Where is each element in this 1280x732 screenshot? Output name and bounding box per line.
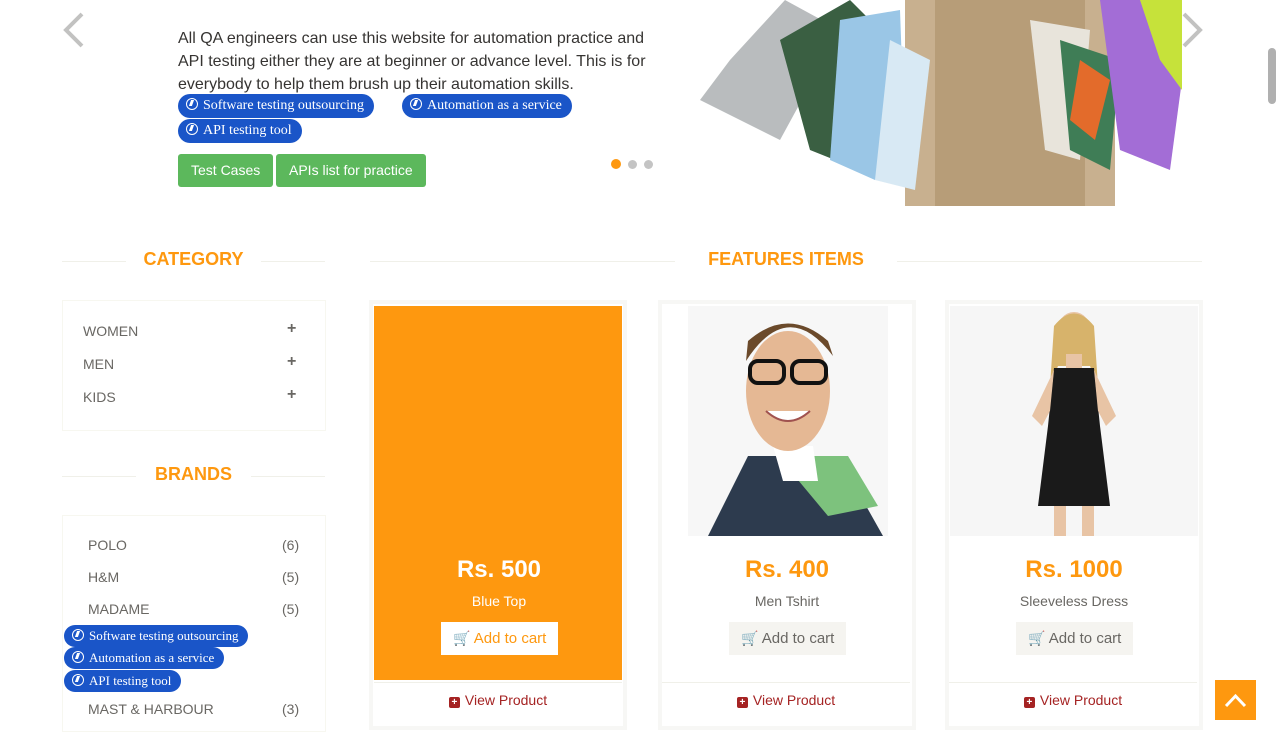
- plus-icon[interactable]: +: [287, 386, 296, 404]
- brand-item-hm[interactable]: H&M: [88, 569, 119, 585]
- chevron-up-icon: [1224, 693, 1247, 708]
- shopping-cart-icon: 🛒: [453, 630, 471, 646]
- chevron-right-icon: [1182, 12, 1203, 48]
- sidebar-chip-software-testing[interactable]: Software testing outsourcing: [64, 625, 249, 647]
- test-cases-button[interactable]: Test Cases: [178, 154, 274, 187]
- bolt-icon: [72, 629, 84, 641]
- category-title-line-left: [62, 261, 126, 262]
- sidebar-chip-automation[interactable]: Automation as a service: [64, 647, 225, 669]
- product-price: Rs. 500: [456, 556, 542, 583]
- add-to-cart-button[interactable]: 🛒 Add to cart: [1016, 622, 1134, 655]
- bolt-icon: [72, 651, 84, 663]
- card-divider: [949, 682, 1197, 683]
- slider-dot-1[interactable]: [611, 159, 621, 169]
- plus-square-icon: +: [448, 697, 460, 708]
- slider-dot-2[interactable]: [628, 160, 637, 169]
- product-name: Men Tshirt: [754, 593, 820, 609]
- category-title-line-right: [261, 261, 325, 262]
- chip-automation-service[interactable]: Automation as a service: [402, 94, 572, 118]
- chip-api-testing[interactable]: API testing tool: [178, 119, 302, 143]
- category-item-women[interactable]: WOMEN: [83, 323, 138, 339]
- slider-hero-image: [700, 0, 1182, 206]
- category-item-men[interactable]: MEN: [83, 356, 114, 372]
- view-product-link[interactable]: + View Product: [374, 692, 622, 708]
- chip-software-testing[interactable]: Software testing outsourcing: [178, 94, 374, 118]
- brand-count: (5): [282, 601, 300, 617]
- add-to-cart-button[interactable]: 🛒 Add to cart: [729, 622, 847, 655]
- product-name: Sleeveless Dress: [1019, 593, 1129, 609]
- product-price: Rs. 1000: [1025, 556, 1123, 583]
- plus-square-icon: +: [736, 697, 748, 708]
- product-name: Blue Top: [471, 593, 527, 609]
- slider-prev-arrow[interactable]: [60, 8, 88, 60]
- card-divider: [662, 682, 910, 683]
- brands-title-line-left: [62, 476, 136, 477]
- view-product-link[interactable]: + View Product: [662, 692, 910, 708]
- shopping-cart-icon: 🛒: [741, 630, 759, 646]
- product-price: Rs. 400: [744, 556, 830, 583]
- bolt-icon: [72, 674, 84, 686]
- bolt-icon: [186, 123, 198, 135]
- brand-count: (3): [282, 701, 300, 717]
- chevron-left-icon: [63, 12, 84, 48]
- shopping-cart-icon: 🛒: [1028, 630, 1046, 646]
- apis-list-button[interactable]: APIs list for practice: [276, 154, 426, 187]
- category-title: CATEGORY: [143, 249, 244, 269]
- slider-dot-3[interactable]: [644, 160, 653, 169]
- plus-square-icon: +: [1023, 697, 1035, 708]
- brand-count: (6): [282, 537, 300, 553]
- scroll-up-button[interactable]: [1215, 680, 1256, 720]
- add-to-cart-button[interactable]: 🛒 Add to cart: [441, 622, 559, 655]
- features-title: FEATURES ITEMS: [708, 249, 864, 269]
- card-divider: [374, 682, 622, 683]
- brand-item-polo[interactable]: POLO: [88, 537, 127, 553]
- slider-description: All QA engineers can use this website fo…: [178, 30, 646, 93]
- features-title-line-left: [370, 261, 675, 262]
- bolt-icon: [410, 98, 422, 110]
- brand-item-madame[interactable]: MADAME: [88, 601, 149, 617]
- product-image-men-tshirt: [688, 306, 888, 536]
- plus-icon[interactable]: +: [287, 353, 296, 371]
- page-scrollbar[interactable]: [1268, 48, 1276, 104]
- brand-item-mast-harbour[interactable]: MAST & HARBOUR: [88, 701, 214, 717]
- category-item-kids[interactable]: KIDS: [83, 389, 116, 405]
- brands-title-line-right: [251, 476, 325, 477]
- bolt-icon: [186, 98, 198, 110]
- slider-next-arrow[interactable]: [1178, 8, 1206, 60]
- brands-title: BRANDS: [154, 464, 232, 484]
- view-product-link[interactable]: + View Product: [949, 692, 1197, 708]
- features-title-line-right: [897, 261, 1202, 262]
- plus-icon[interactable]: +: [287, 320, 296, 338]
- product-image-sleeveless-dress: [950, 306, 1198, 536]
- sidebar-chip-api-testing[interactable]: API testing tool: [64, 670, 182, 692]
- brand-count: (5): [282, 569, 300, 585]
